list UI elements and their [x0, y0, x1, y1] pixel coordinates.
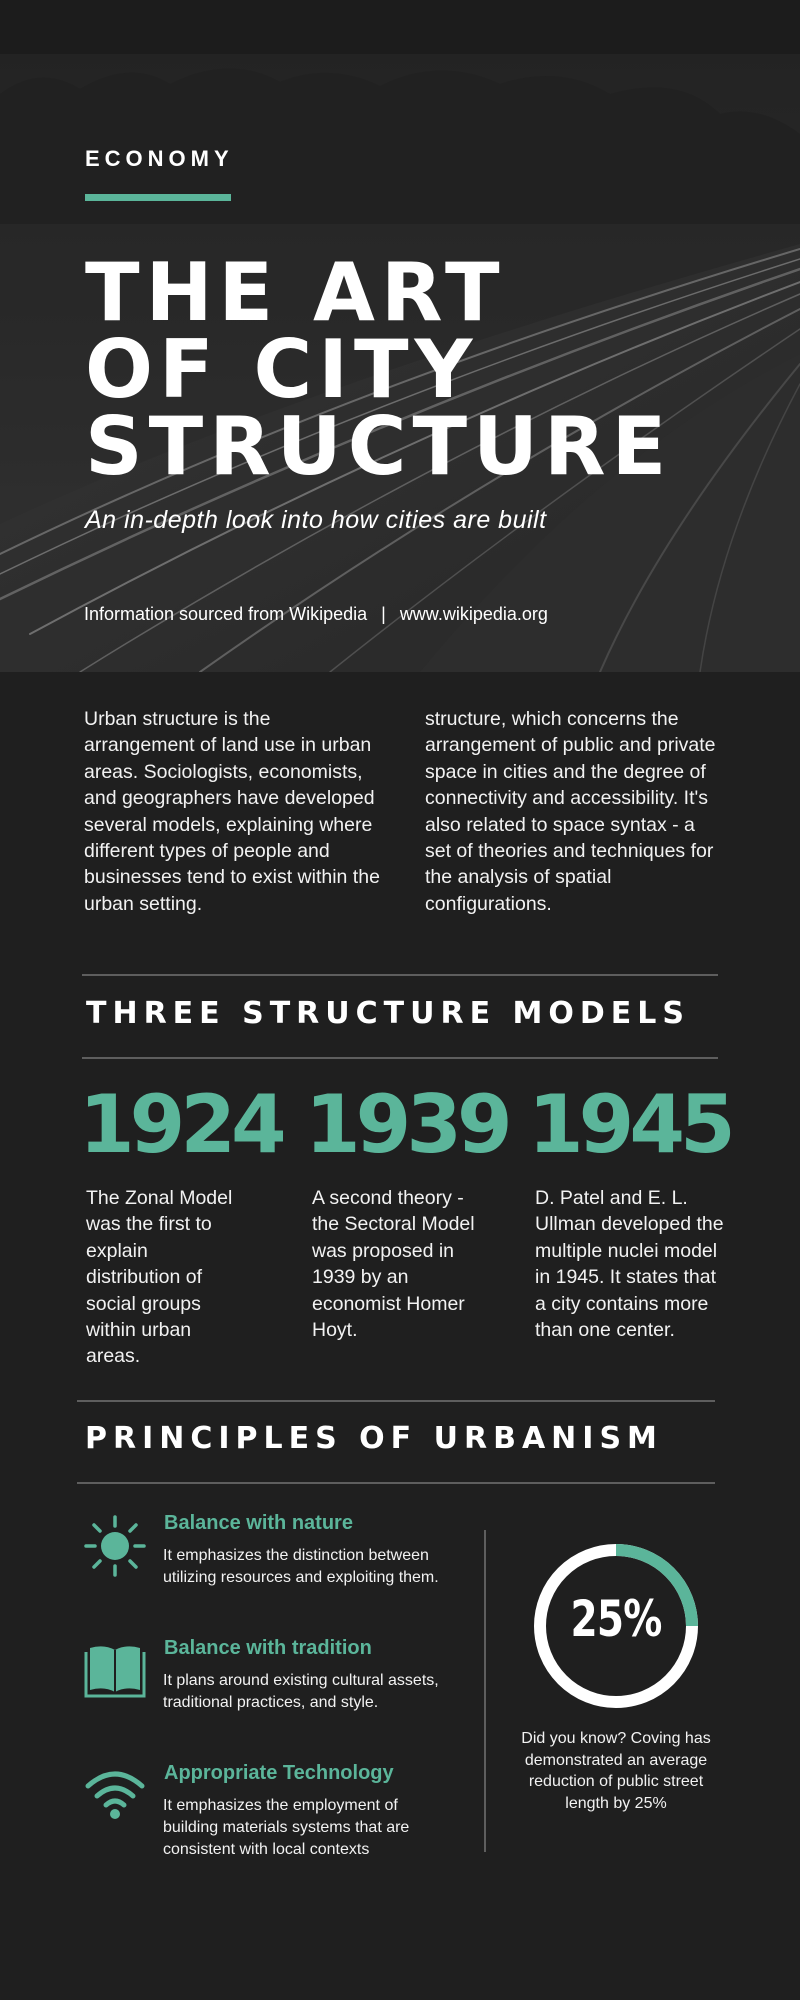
principle-title: Appropriate Technology	[164, 1762, 394, 1784]
page-title: THE ART OF CITY STRUCTURE	[85, 246, 705, 493]
wifi-icon	[85, 1771, 145, 1819]
model-year: 1939	[305, 1078, 513, 1171]
model-description: D. Patel and E. L. Ullman developed the …	[535, 1187, 724, 1342]
top-bar	[0, 0, 800, 54]
principle-description: It emphasizes the distinction between ut…	[163, 1547, 439, 1586]
principle-title: Balance with nature	[164, 1512, 353, 1534]
title-line: THE ART	[85, 246, 506, 339]
principle-description: It emphasizes the employment of building…	[163, 1797, 410, 1858]
source-line: Information sourced from Wikipedia | www.w…	[84, 604, 548, 625]
model-year: 1945	[528, 1078, 736, 1171]
principle-title: Balance with tradition	[164, 1637, 372, 1659]
title-line: OF CITY	[85, 323, 479, 416]
fact-text: Did you know? Coving has demonstrated an…	[521, 1730, 711, 1812]
book-icon	[84, 1646, 146, 1698]
principle-description: It plans around existing cultural assets…	[163, 1672, 439, 1711]
divider	[82, 1057, 718, 1059]
model-description: A second theory - the Sectoral Model was…	[312, 1187, 475, 1342]
divider	[77, 1482, 715, 1484]
models-section-title: THREE STRUCTURE MODELS	[86, 996, 690, 1031]
source-link[interactable]: www.wikipedia.org	[400, 604, 548, 624]
title-line: STRUCTURE	[85, 400, 673, 493]
divider	[82, 974, 718, 976]
hero-banner: ECONOMY THE ART OF CITY STRUCTURE An in-…	[0, 54, 800, 672]
category-underline	[85, 194, 231, 201]
category-label: ECONOMY	[85, 146, 234, 171]
model-year: 1924	[79, 1078, 287, 1171]
percent-label: 25%	[570, 1590, 662, 1648]
intro-paragraph-right: structure, which concerns the arrangemen…	[425, 708, 716, 915]
divider	[77, 1400, 715, 1402]
model-description: The Zonal Model was the first to explain…	[86, 1187, 233, 1368]
page-subtitle: An in-depth look into how cities are bui…	[85, 506, 547, 534]
source-separator: |	[381, 604, 386, 624]
sun-icon	[84, 1515, 146, 1577]
source-label: Information sourced from Wikipedia	[84, 604, 368, 624]
principles-section-title: PRINCIPLES OF URBANISM	[85, 1421, 663, 1456]
vertical-divider	[484, 1530, 486, 1852]
intro-paragraph-left: Urban structure is the arrangement of la…	[84, 708, 380, 915]
